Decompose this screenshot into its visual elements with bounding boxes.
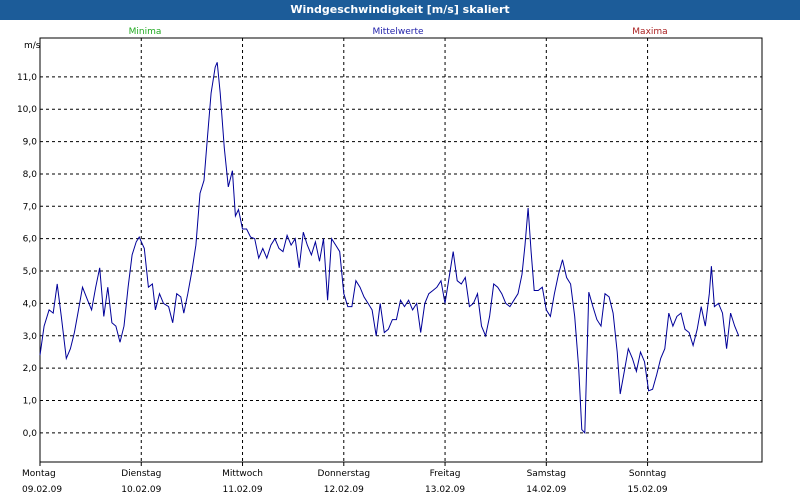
- x-axis: Montag 09.02.09 Dienstag 10.02.09 Mittwoch 11…: [22, 462, 668, 495]
- x-tick-date: 14.02.09: [526, 485, 566, 495]
- plot-area: [39, 37, 763, 463]
- legend: Minima Mittelwerte Maxima: [129, 27, 668, 37]
- x-tick-date: 13.02.09: [425, 485, 465, 495]
- x-tick-day: Dienstag: [121, 469, 161, 479]
- y-tick-label: 7,0: [23, 202, 38, 212]
- y-tick-label: 5,0: [23, 267, 38, 277]
- y-tick-label: 6,0: [23, 235, 38, 245]
- y-tick-label: 0,0: [23, 429, 38, 439]
- y-axis: 0,0 1,0 2,0 3,0 4,0 5,0 6,0 7,0 8,0 9,0 10,0 11,0: [17, 73, 37, 439]
- x-tick-day: Montag: [22, 469, 56, 479]
- y-tick-label: 1,0: [23, 397, 38, 407]
- y-tick-label: 4,0: [23, 299, 38, 309]
- legend-entry: Maxima: [632, 27, 667, 37]
- y-tick-label: 10,0: [17, 105, 37, 115]
- x-tick-day: Samstag: [527, 469, 566, 479]
- y-tick-label: 11,0: [17, 73, 37, 83]
- x-tick-day: Sonntag: [629, 469, 666, 479]
- x-tick-date: 12.02.09: [324, 485, 364, 495]
- legend-entry: Mittelwerte: [372, 27, 423, 37]
- legend-entry: Minima: [129, 27, 162, 37]
- x-tick-day: Mittwoch: [222, 469, 263, 479]
- y-tick-label: 3,0: [23, 332, 38, 342]
- x-tick-date: 11.02.09: [222, 485, 262, 495]
- x-tick-date: 15.02.09: [628, 485, 668, 495]
- x-tick-date: 09.02.09: [22, 485, 62, 495]
- y-axis-label: m/s: [24, 41, 41, 51]
- x-tick-day: Freitag: [430, 469, 461, 479]
- y-tick-label: 9,0: [23, 138, 38, 148]
- x-tick-day: Donnerstag: [318, 469, 371, 479]
- wind-speed-chart: 0,0 1,0 2,0 3,0 4,0 5,0 6,0 7,0 8,0 9,0 10,0 11,0 M…: [17, 27, 763, 495]
- y-tick-label: 8,0: [23, 170, 38, 180]
- y-tick-label: 2,0: [23, 364, 38, 374]
- x-tick-date: 10.02.09: [121, 485, 161, 495]
